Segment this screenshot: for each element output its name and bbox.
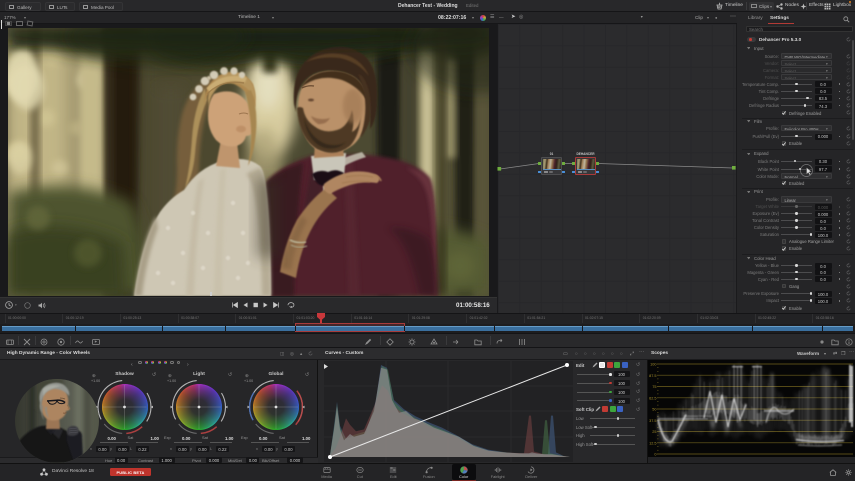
- svg-text:87.5: 87.5: [649, 373, 656, 377]
- svg-text:100: 100: [650, 362, 656, 366]
- svg-text:12.5: 12.5: [649, 441, 656, 445]
- svg-text:25: 25: [652, 430, 656, 434]
- svg-text:50: 50: [652, 407, 656, 411]
- svg-text:37.5: 37.5: [649, 418, 656, 422]
- svg-text:62.5: 62.5: [649, 396, 656, 400]
- svg-text:0: 0: [654, 452, 656, 456]
- svg-text:75: 75: [652, 385, 656, 389]
